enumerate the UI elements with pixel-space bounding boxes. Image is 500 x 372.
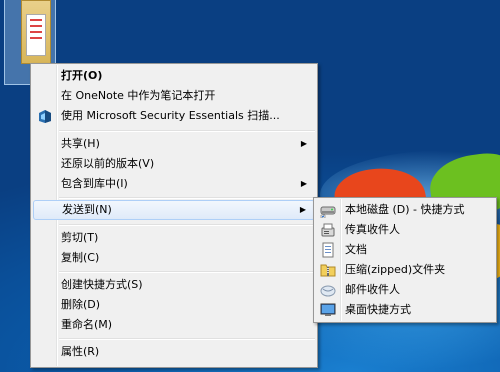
menu-item-label: 使用 Microsoft Security Essentials 扫描...: [61, 109, 280, 122]
fax-icon: [320, 222, 336, 238]
menu-item-label: 共享(H): [61, 137, 100, 150]
context-menu: 打开(O) 在 OneNote 中作为笔记本打开 使用 Microsoft Se…: [30, 63, 318, 368]
menu-item-open[interactable]: 打开(O): [33, 66, 315, 86]
send-to-local-disk[interactable]: 本地磁盘 (D) - 快捷方式: [316, 200, 494, 220]
menu-item-label: 还原以前的版本(V): [61, 157, 155, 170]
menu-item-label: 发送到(N): [62, 203, 112, 216]
menu-separator: [59, 130, 315, 132]
menu-item-restore-previous-versions[interactable]: 还原以前的版本(V): [33, 154, 315, 174]
menu-item-label: 创建快捷方式(S): [61, 278, 143, 291]
send-to-mail-recipient[interactable]: 邮件收件人: [316, 280, 494, 300]
menu-item-label: 文档: [345, 243, 367, 256]
submenu-arrow-icon: ▶: [300, 179, 307, 188]
menu-item-properties[interactable]: 属性(R): [33, 342, 315, 362]
submenu-arrow-icon: ▶: [300, 139, 307, 148]
menu-item-send-to[interactable]: 发送到(N) ▶: [33, 200, 315, 220]
menu-item-label: 属性(R): [61, 345, 100, 358]
menu-item-label: 包含到库中(I): [61, 177, 128, 190]
mail-icon: [320, 282, 336, 298]
menu-separator: [59, 224, 315, 226]
menu-item-label: 桌面快捷方式: [345, 303, 411, 316]
menu-item-label: 在 OneNote 中作为笔记本打开: [61, 89, 216, 102]
menu-item-include-in-library[interactable]: 包含到库中(I) ▶: [33, 174, 315, 194]
menu-item-label: 删除(D): [61, 298, 101, 311]
menu-item-cut[interactable]: 剪切(T): [33, 228, 315, 248]
security-essentials-icon: [37, 108, 53, 124]
menu-item-rename[interactable]: 重命名(M): [33, 315, 315, 335]
menu-item-create-shortcut[interactable]: 创建快捷方式(S): [33, 275, 315, 295]
document-preview-icon: [26, 14, 46, 56]
submenu-arrow-icon: ▶: [299, 205, 306, 214]
documents-icon: [320, 242, 336, 258]
menu-separator: [59, 271, 315, 273]
send-to-desktop-shortcut[interactable]: 桌面快捷方式: [316, 300, 494, 320]
menu-item-delete[interactable]: 删除(D): [33, 295, 315, 315]
menu-item-share[interactable]: 共享(H) ▶: [33, 134, 315, 154]
menu-item-label: 传真收件人: [345, 223, 400, 236]
menu-item-label: 压缩(zipped)文件夹: [345, 263, 446, 276]
menu-item-label: 本地磁盘 (D) - 快捷方式: [345, 203, 465, 216]
menu-item-copy[interactable]: 复制(C): [33, 248, 315, 268]
menu-item-mse-scan[interactable]: 使用 Microsoft Security Essentials 扫描...: [33, 106, 315, 126]
menu-separator: [59, 338, 315, 340]
menu-separator: [59, 197, 315, 199]
send-to-submenu: 本地磁盘 (D) - 快捷方式 传真收件人 文档 压缩(zipped)文件夹 邮…: [313, 197, 497, 323]
send-to-fax-recipient[interactable]: 传真收件人: [316, 220, 494, 240]
send-to-zip-folder[interactable]: 压缩(zipped)文件夹: [316, 260, 494, 280]
menu-item-label: 复制(C): [61, 251, 100, 264]
menu-item-label: 重命名(M): [61, 318, 113, 331]
send-to-documents[interactable]: 文档: [316, 240, 494, 260]
menu-item-open-in-onenote[interactable]: 在 OneNote 中作为笔记本打开: [33, 86, 315, 106]
zip-folder-icon: [320, 262, 336, 278]
menu-item-label: 剪切(T): [61, 231, 99, 244]
drive-icon: [320, 202, 336, 219]
menu-item-label: 打开(O): [61, 69, 103, 82]
menu-item-label: 邮件收件人: [345, 283, 400, 296]
desktop-icon: [320, 302, 336, 318]
